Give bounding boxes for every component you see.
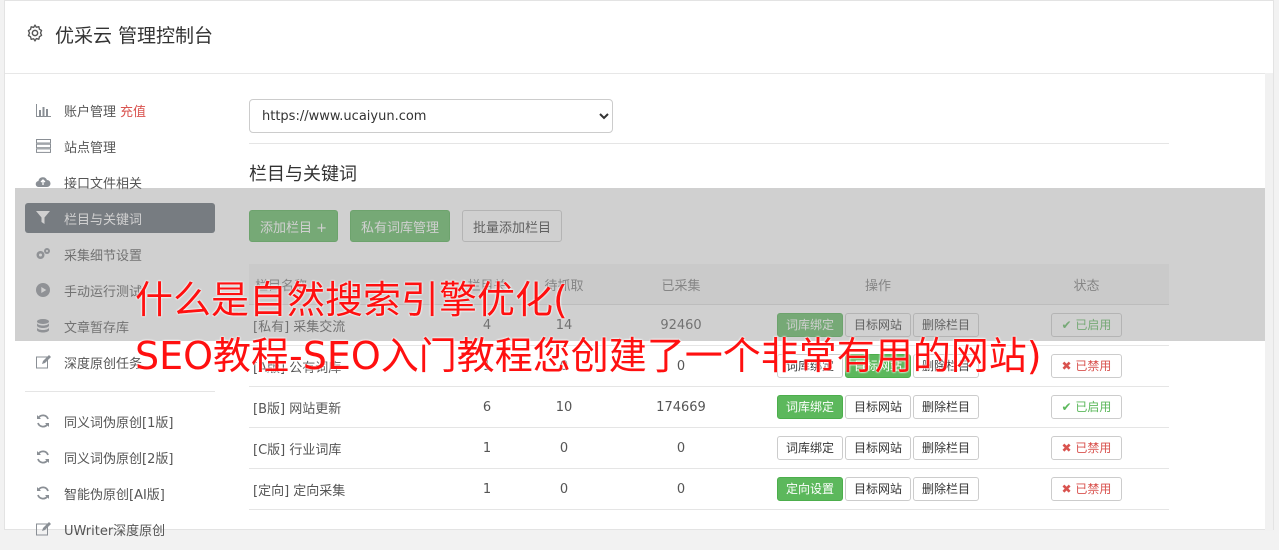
sidebar-item-label: 同义词伪原创[2版] xyxy=(64,451,174,467)
refresh-icon xyxy=(35,449,51,465)
sidebar-item-synonym-v1[interactable]: 同义词伪原创[1版] xyxy=(25,406,215,436)
column-name[interactable]: [C版] 行业词库 xyxy=(249,427,456,469)
directed-settings-button[interactable]: 定向设置 xyxy=(776,477,843,501)
column-tag: [定向] xyxy=(253,483,290,499)
section-title: 栏目与关键词 xyxy=(249,164,357,185)
sidebar-item-sites[interactable]: 站点管理 xyxy=(25,131,215,161)
sidebar-item-label: 站点管理 xyxy=(64,140,117,156)
target-site-button[interactable]: 目标网站 xyxy=(844,436,911,460)
delete-column-button[interactable]: 删除栏目 xyxy=(913,436,980,460)
pending-count[interactable]: 0 xyxy=(518,468,610,510)
keyword-count: 1 xyxy=(456,468,518,510)
edit-icon xyxy=(35,354,51,370)
pending-count[interactable]: 10 xyxy=(518,386,610,428)
keyword-count: 1 xyxy=(456,427,518,469)
watermark-text: 什么是自然搜索引擎优化( SEO教程-SEO入门教程您创建了一个非常有用的网站) xyxy=(135,272,1235,384)
column-title: 定向采集 xyxy=(293,483,346,499)
column-title: 行业词库 xyxy=(289,442,342,458)
watermark-line-2: SEO教程-SEO入门教程您创建了一个非常有用的网站) xyxy=(135,334,1042,378)
collected-count: 0 xyxy=(610,468,752,510)
target-site-button[interactable]: 目标网站 xyxy=(844,477,911,501)
page-title: 优采云 管理控制台 xyxy=(55,25,214,47)
column-name[interactable]: [B版] 网站更新 xyxy=(249,386,456,428)
status-cell: ✖ 已禁用 xyxy=(1004,468,1169,510)
sidebar-item-label: 同义词伪原创[1版] xyxy=(64,415,174,431)
column-tag: [B版] xyxy=(253,401,286,417)
recharge-link[interactable]: 充值 xyxy=(120,101,146,120)
keyword-count: 6 xyxy=(456,386,518,428)
sidebar-item-label: 深度原创任务 xyxy=(64,356,143,372)
delete-column-button[interactable]: 删除栏目 xyxy=(913,395,980,419)
status-label: 已启用 xyxy=(1075,400,1112,414)
sidebar-item-ai-rewrite[interactable]: 智能伪原创[AI版] xyxy=(25,478,215,508)
bind-lib-button[interactable]: 词库绑定 xyxy=(776,395,843,419)
status-badge[interactable]: ✖ 已禁用 xyxy=(1050,477,1123,501)
divider xyxy=(249,143,1169,144)
sidebar-item-uwriter[interactable]: UWriter深度原创 xyxy=(25,514,215,544)
actions-cell: 词库绑定 目标网站 删除栏目 xyxy=(752,427,1004,469)
site-select[interactable]: https://www.ucaiyun.com xyxy=(249,99,613,133)
page-header: 优采云 管理控制台 xyxy=(5,1,1273,74)
table-row: [定向] 定向采集 1 0 0 定向设置 目标网站 删除栏目 ✖ 已禁用 xyxy=(249,468,1169,510)
pending-count[interactable]: 0 xyxy=(518,427,610,469)
status-cell: ✔ 已启用 xyxy=(1004,386,1169,428)
status-badge[interactable]: ✖ 已禁用 xyxy=(1050,436,1123,460)
target-site-button[interactable]: 目标网站 xyxy=(844,395,911,419)
server-icon xyxy=(35,138,51,154)
delete-column-button[interactable]: 删除栏目 xyxy=(913,477,980,501)
scrollbar[interactable] xyxy=(1265,73,1273,531)
status-label: 已禁用 xyxy=(1075,441,1112,455)
actions-cell: 词库绑定 目标网站 删除栏目 xyxy=(752,386,1004,428)
status-badge[interactable]: ✔ 已启用 xyxy=(1050,395,1123,419)
table-row: [C版] 行业词库 1 0 0 词库绑定 目标网站 删除栏目 ✖ 已禁用 xyxy=(249,427,1169,469)
sidebar-item-synonym-v2[interactable]: 同义词伪原创[2版] xyxy=(25,442,215,472)
sidebar-item-label: 智能伪原创[AI版] xyxy=(64,487,165,503)
status-label: 已禁用 xyxy=(1075,482,1112,496)
refresh-icon xyxy=(35,485,51,501)
table-row: [B版] 网站更新 6 10 174669 词库绑定 目标网站 删除栏目 ✔ 已启用 xyxy=(249,386,1169,428)
sidebar-divider xyxy=(25,391,215,392)
sidebar-item-account[interactable]: 账户管理 充值 xyxy=(25,95,215,125)
column-tag: [C版] xyxy=(253,442,286,458)
refresh-icon xyxy=(35,413,51,429)
collected-count: 0 xyxy=(610,427,752,469)
actions-cell: 定向设置 目标网站 删除栏目 xyxy=(752,468,1004,510)
watermark-line-1: 什么是自然搜索引擎优化( xyxy=(135,278,568,322)
collected-count: 174669 xyxy=(610,386,752,428)
column-title: 网站更新 xyxy=(289,401,342,417)
column-name[interactable]: [定向] 定向采集 xyxy=(249,468,456,510)
bar-chart-icon xyxy=(35,102,51,118)
sidebar-item-label: UWriter深度原创 xyxy=(64,523,166,539)
status-cell: ✖ 已禁用 xyxy=(1004,427,1169,469)
gear-icon xyxy=(27,24,43,42)
edit-icon xyxy=(35,521,51,537)
bind-lib-button[interactable]: 词库绑定 xyxy=(776,436,843,460)
sidebar-item-label: 账户管理 xyxy=(64,104,117,120)
